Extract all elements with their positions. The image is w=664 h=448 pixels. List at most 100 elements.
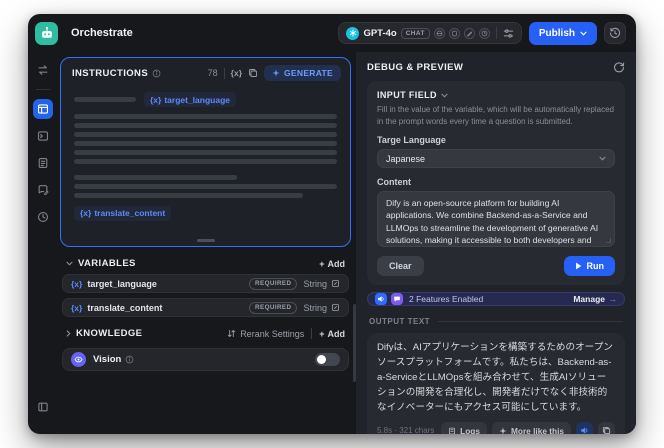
model-settings-sliders-icon[interactable]	[503, 28, 514, 39]
capability-icon-4	[478, 27, 490, 39]
text-placeholder-bar	[74, 193, 303, 198]
logs-button[interactable]: Logs	[441, 422, 487, 434]
select-value: Japanese	[386, 153, 426, 164]
knowledge-header: KNOWLEDGE Rerank Settings + Add	[60, 328, 351, 339]
debug-title: DEBUG & PREVIEW	[367, 61, 464, 73]
input-field-header[interactable]: INPUT FIELD	[377, 90, 615, 100]
app-logo[interactable]	[35, 21, 58, 45]
copy-icon[interactable]	[248, 68, 258, 78]
variable-name: translate_content	[87, 302, 163, 313]
sparkle-icon	[499, 427, 507, 434]
generate-label: GENERATE	[284, 68, 333, 78]
sidebar-item-switch[interactable]	[33, 60, 53, 80]
app-window: Orchestrate GPT-4o CHAT Publish INSTRUCT…	[28, 14, 636, 434]
instructions-panel[interactable]: INSTRUCTIONS 78 {x} GENERATE {x} target_…	[60, 57, 351, 247]
robot-icon	[40, 26, 54, 40]
chevron-down-icon	[66, 261, 73, 266]
manage-features-button[interactable]: Manage →	[573, 294, 617, 304]
text-placeholder-bar	[74, 150, 337, 155]
sidebar-item-monitoring[interactable]	[33, 207, 53, 227]
variable-type: String	[303, 279, 340, 289]
chevron-right-icon	[66, 330, 71, 337]
variable-type-icon[interactable]	[331, 303, 340, 312]
debug-header: DEBUG & PREVIEW	[367, 61, 625, 73]
target-language-label: Targe Language	[377, 135, 446, 146]
terminal-icon	[37, 130, 49, 142]
capability-icon-3	[463, 27, 475, 39]
textarea-resize-handle[interactable]	[606, 238, 611, 244]
variables-title: VARIABLES	[78, 258, 136, 269]
debug-preview-panel: DEBUG & PREVIEW INPUT FIELD Fill in the …	[356, 52, 636, 434]
vision-toggle[interactable]	[315, 353, 340, 366]
chevron-down-icon	[580, 31, 587, 36]
gauge-icon	[37, 211, 49, 223]
run-label: Run	[586, 261, 605, 272]
rerank-arrows-icon	[227, 329, 236, 338]
variable-row-target-language[interactable]: {x} target_language REQUIRED String	[62, 274, 349, 293]
variable-tag-translate-content[interactable]: {x} translate_content	[74, 205, 172, 221]
history-clock-icon	[609, 27, 621, 39]
required-badge: REQUIRED	[249, 301, 298, 314]
divider	[223, 67, 225, 79]
openai-icon	[346, 26, 360, 40]
sparkle-icon	[272, 69, 280, 77]
input-field-description: Fill in the value of the variable, which…	[377, 105, 615, 126]
version-history-button[interactable]	[604, 22, 626, 44]
variable-type-icon[interactable]	[331, 279, 340, 288]
sidebar-item-logs[interactable]	[33, 153, 53, 173]
content-textarea[interactable]: Dify is an open-source platform for buil…	[377, 191, 615, 248]
publish-button[interactable]: Publish	[528, 21, 597, 45]
text-placeholder-bar	[74, 97, 136, 102]
output-meta: 5.8s · 321 chars	[377, 426, 435, 434]
features-enabled-text: 2 Features Enabled	[409, 294, 484, 305]
plus-icon: +	[319, 328, 325, 339]
input-field-title: INPUT FIELD	[377, 90, 437, 100]
refresh-button[interactable]	[613, 61, 625, 73]
more-like-this-button[interactable]: More like this	[491, 422, 571, 434]
output-text: Difyは、AIアプリケーションを構築するためのオープンソースプラットフォームで…	[377, 342, 613, 413]
debug-actions: Clear Run	[377, 256, 615, 277]
add-label: Add	[327, 258, 346, 269]
add-label: Add	[327, 328, 346, 339]
text-placeholder-bar	[74, 114, 337, 119]
knowledge-section-toggle[interactable]: KNOWLEDGE	[66, 328, 142, 339]
sidebar-item-annotations[interactable]	[33, 180, 53, 200]
variable-tag-label: translate_content	[94, 208, 166, 218]
variable-token: {x}	[71, 302, 83, 313]
annotation-icon	[37, 184, 49, 196]
model-selector[interactable]: GPT-4o CHAT	[338, 22, 522, 44]
text-placeholder-bar	[74, 132, 337, 137]
variable-tag-label: target_language	[164, 94, 230, 105]
sidebar-divider	[36, 89, 50, 90]
capability-icon-2	[448, 27, 460, 39]
resize-drag-handle[interactable]	[196, 239, 215, 242]
instructions-title: INSTRUCTIONS	[72, 67, 149, 79]
sidebar-item-orchestrate[interactable]	[33, 99, 53, 119]
variable-tag-target-language[interactable]: {x} target_language	[144, 92, 236, 107]
divider	[495, 27, 497, 39]
logs-label: Logs	[460, 425, 480, 434]
insert-variable-icon[interactable]: {x}	[231, 68, 242, 78]
character-count: 78	[207, 68, 218, 78]
rerank-settings-button[interactable]: Rerank Settings	[227, 329, 304, 339]
type-label: String	[303, 278, 327, 289]
run-button[interactable]: Run	[563, 256, 615, 277]
variable-row-translate-content[interactable]: {x} translate_content REQUIRED String	[62, 298, 349, 317]
type-label: String	[303, 302, 327, 313]
variables-section-toggle[interactable]: VARIABLES	[66, 258, 136, 269]
speaker-button[interactable]	[576, 422, 593, 434]
target-language-select[interactable]: Japanese	[377, 149, 615, 169]
output-text-header: OUTPUT TEXT	[369, 317, 623, 326]
content-value: Dify is an open-source platform for buil…	[386, 198, 599, 245]
play-icon	[575, 262, 582, 270]
sidebar-item-api[interactable]	[33, 126, 53, 146]
collapse-sidebar-button[interactable]	[33, 397, 53, 417]
add-knowledge-button[interactable]: + Add	[319, 329, 345, 339]
clear-button[interactable]: Clear	[377, 256, 424, 277]
logs-icon	[448, 427, 456, 434]
scrollbar-thumb[interactable]	[353, 304, 356, 382]
add-variable-button[interactable]: + Add	[319, 259, 345, 269]
prompt-editor[interactable]: {x} target_language {x} translate_content	[61, 84, 350, 246]
copy-output-button[interactable]	[598, 422, 615, 434]
generate-button[interactable]: GENERATE	[264, 65, 341, 81]
